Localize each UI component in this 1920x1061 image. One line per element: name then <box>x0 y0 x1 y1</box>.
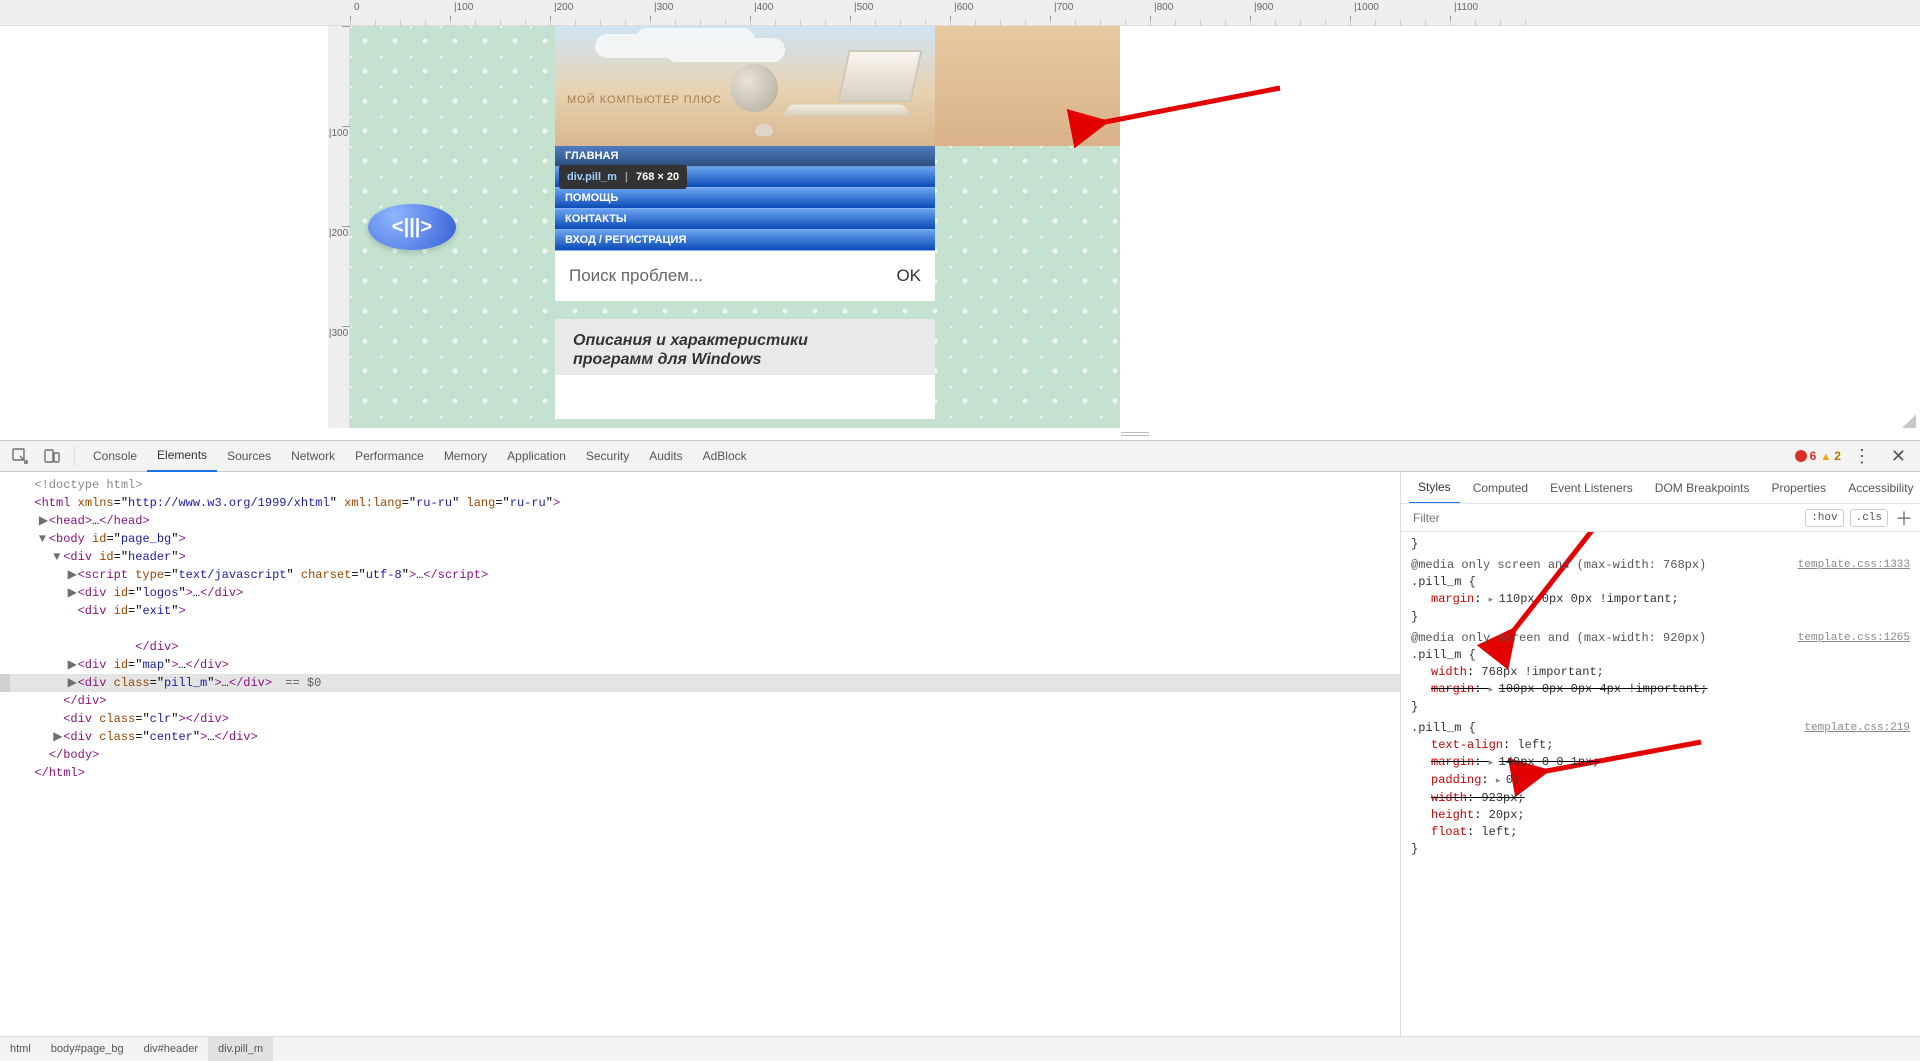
element-tooltip: div.pill_m | 768 × 20 <box>559 165 687 189</box>
site-search[interactable]: Поиск проблем... OK <box>555 251 935 301</box>
cls-toggle[interactable]: .cls <box>1850 509 1888 527</box>
styles-tab-dom-breakpoints[interactable]: DOM Breakpoints <box>1646 472 1759 504</box>
devtools-tab-memory[interactable]: Memory <box>434 440 497 472</box>
dom-line[interactable]: ▶<div class="center">…</div> <box>0 728 1400 746</box>
warning-count[interactable]: 2 <box>1820 449 1841 463</box>
crumb[interactable]: div#header <box>134 1037 208 1061</box>
devtools-tab-application[interactable]: Application <box>497 440 576 472</box>
styles-filter-input[interactable] <box>1407 507 1799 529</box>
resize-handle-horizontal[interactable] <box>350 428 1920 440</box>
ruler-horizontal: 0|100|200|300|400|500|600|700|800|900|10… <box>0 0 1920 26</box>
pill-badge[interactable]: <|||> <box>368 204 456 250</box>
devtools-tab-elements[interactable]: Elements <box>147 440 217 472</box>
dom-line[interactable]: <div class="clr"></div> <box>0 710 1400 728</box>
devtools-tab-security[interactable]: Security <box>576 440 639 472</box>
styles-tab-accessibility[interactable]: Accessibility <box>1839 472 1920 504</box>
error-count[interactable]: 6 <box>1795 449 1817 463</box>
styles-tab-computed[interactable]: Computed <box>1464 472 1537 504</box>
inspect-icon[interactable] <box>6 442 34 470</box>
dom-line[interactable]: ▶<div id="logos">…</div> <box>0 584 1400 602</box>
nav-item-help[interactable]: ПОМОЩЬ <box>555 188 935 209</box>
rule-source-link[interactable]: template.css:1265 <box>1798 630 1910 647</box>
device-viewport: 0|100|200|300|400|500|600|700|800|900|10… <box>0 0 1920 440</box>
styles-panel: StylesComputedEvent ListenersDOM Breakpo… <box>1400 472 1920 1036</box>
new-rule-icon[interactable]: ＋ <box>1894 508 1914 528</box>
dom-line[interactable]: <div id="exit"> <box>0 602 1400 620</box>
nav-item-home[interactable]: ГЛАВНАЯ <box>555 146 935 167</box>
search-placeholder: Поиск проблем... <box>569 266 896 286</box>
devtools-tab-audits[interactable]: Audits <box>639 440 692 472</box>
search-ok[interactable]: OK <box>896 266 921 286</box>
dom-line[interactable]: </div> <box>0 638 1400 656</box>
dom-line[interactable]: <!doctype html> <box>0 476 1400 494</box>
dom-line[interactable]: <html xmlns="http://www.w3.org/1999/xhtm… <box>0 494 1400 512</box>
rule-source-link[interactable]: template.css:219 <box>1804 720 1910 737</box>
dom-line[interactable]: </div> <box>0 692 1400 710</box>
devtools-tab-console[interactable]: Console <box>83 440 147 472</box>
crumb[interactable]: html <box>0 1037 41 1061</box>
dom-line[interactable]: ▶<script type="text/javascript" charset=… <box>0 566 1400 584</box>
crumb[interactable]: body#page_bg <box>41 1037 134 1061</box>
devtools-tab-performance[interactable]: Performance <box>345 440 434 472</box>
content-block: Описания и характеристики программ для W… <box>555 319 935 419</box>
devtools-tab-sources[interactable]: Sources <box>217 440 281 472</box>
devtools-tab-network[interactable]: Network <box>281 440 345 472</box>
device-toggle-icon[interactable] <box>38 442 66 470</box>
dom-line[interactable]: ▼<body id="page_bg"> <box>0 530 1400 548</box>
dom-line[interactable] <box>0 620 1400 638</box>
elements-breadcrumb[interactable]: htmlbody#page_bgdiv#headerdiv.pill_m <box>0 1036 1920 1060</box>
devtools-close-icon[interactable]: ✕ <box>1883 446 1914 467</box>
dom-line[interactable]: ▶<head>…</head> <box>0 512 1400 530</box>
devtools-tabbar: ConsoleElementsSourcesNetworkPerformance… <box>0 440 1920 472</box>
crumb[interactable]: div.pill_m <box>208 1037 273 1061</box>
styles-tab-event-listeners[interactable]: Event Listeners <box>1541 472 1642 504</box>
nav-item-contacts[interactable]: КОНТАКТЫ <box>555 209 935 230</box>
styles-tab-properties[interactable]: Properties <box>1762 472 1835 504</box>
nav-item-hidden[interactable]: div.pill_m | 768 × 20 <box>555 167 935 188</box>
resize-handle-corner[interactable] <box>1902 414 1916 428</box>
dom-line[interactable]: </html> <box>0 764 1400 782</box>
site-nav: ГЛАВНАЯ div.pill_m | 768 × 20 ПОМОЩЬ КОН… <box>555 146 935 251</box>
elements-panel[interactable]: <!doctype html> <html xmlns="http://www.… <box>0 472 1400 1036</box>
ruler-vertical: |100|200|300 <box>328 26 350 428</box>
styles-filter-row: :hov .cls ＋ <box>1401 504 1920 532</box>
devtools-menu-icon[interactable]: ⋮ <box>1845 446 1879 467</box>
rule-source-link[interactable]: template.css:1333 <box>1798 557 1910 574</box>
devtools-tab-adblock[interactable]: AdBlock <box>693 440 757 472</box>
styles-tab-styles[interactable]: Styles <box>1409 472 1460 504</box>
site-header-image: МОЙ КОМПЬЮТЕР ПЛЮС <box>555 26 935 146</box>
hov-toggle[interactable]: :hov <box>1805 509 1843 527</box>
nav-item-login[interactable]: ВХОД / РЕГИСТРАЦИЯ <box>555 230 935 251</box>
dom-line[interactable]: ▶<div id="map">…</div> <box>0 656 1400 674</box>
site-logo-text: МОЙ КОМПЬЮТЕР ПЛЮС <box>567 94 722 106</box>
content-title: Описания и характеристики программ для W… <box>573 331 917 369</box>
device-frame: МОЙ КОМПЬЮТЕР ПЛЮС ГЛАВНАЯ div.pill_m | … <box>350 26 1120 428</box>
dom-line[interactable]: </body> <box>0 746 1400 764</box>
dom-line[interactable]: ▶<div class="pill_m">…</div> == $0 <box>0 674 1400 692</box>
dom-line[interactable]: ▼<div id="header"> <box>0 548 1400 566</box>
